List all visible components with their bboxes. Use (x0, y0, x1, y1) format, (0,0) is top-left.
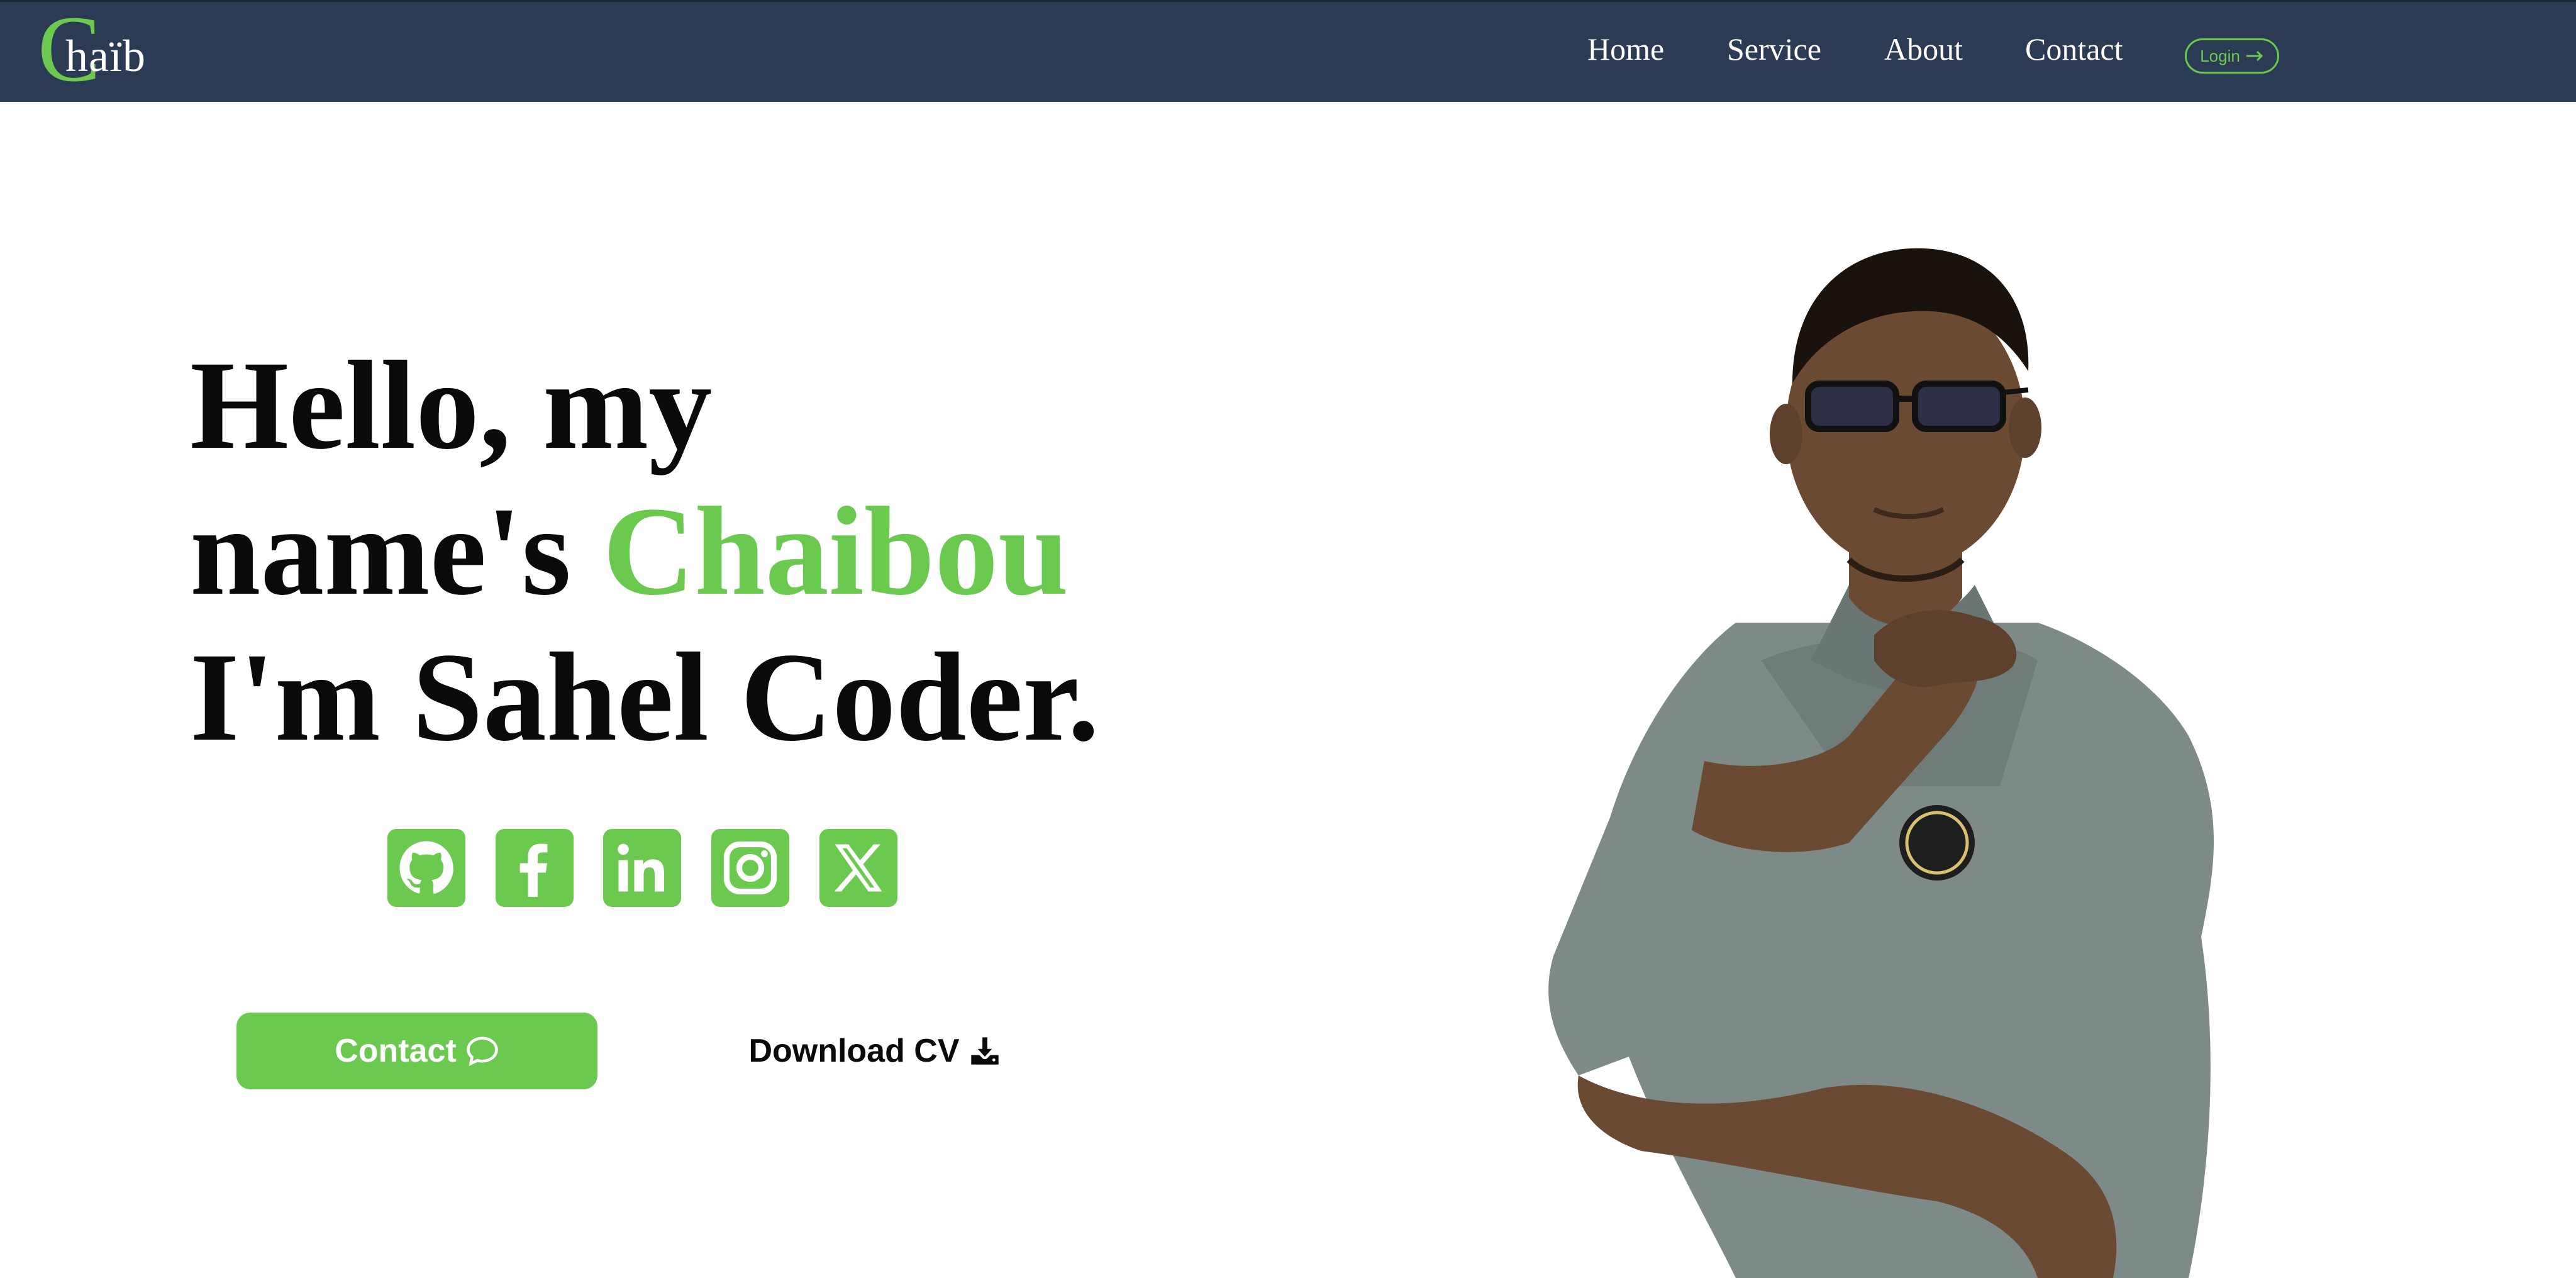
login-button[interactable]: Login (2185, 38, 2279, 74)
site-logo[interactable]: C haïb (38, 2, 145, 96)
facebook-link[interactable] (496, 829, 574, 907)
nav-link-contact[interactable]: Contact (2025, 33, 2123, 65)
linkedin-icon (618, 843, 664, 892)
nav-link-about[interactable]: About (1884, 33, 1963, 65)
contact-button-label: Contact (335, 1033, 457, 1069)
linkedin-link[interactable] (603, 829, 681, 907)
facebook-icon (519, 843, 548, 897)
login-label: Login (2200, 46, 2240, 65)
hero-line-2-prefix: name's (190, 481, 603, 621)
download-cv-button[interactable]: Download CV (746, 1013, 1004, 1089)
nav-link-home[interactable]: Home (1587, 33, 1664, 65)
x-link[interactable] (819, 829, 897, 907)
hero-name-highlight: Chaibou (602, 481, 1069, 621)
instagram-icon (723, 841, 777, 895)
nav-link-service[interactable]: Service (1727, 33, 1821, 65)
instagram-link[interactable] (711, 829, 789, 907)
download-cv-label: Download CV (748, 1033, 960, 1069)
hero-line-1: Hello, my (190, 335, 713, 475)
navbar: C haïb Home Service About Contact Login (0, 0, 2576, 102)
hero-line-3: I'm Sahel Coder. (190, 626, 1099, 767)
hero-line-2: name's Chaibou (190, 478, 1196, 624)
logo-text: haïb (65, 31, 146, 81)
x-icon (834, 844, 882, 892)
hero-heading: Hello, my name's Chaibou I'm Sahel Coder… (190, 332, 1196, 770)
profile-photo (1548, 248, 2214, 1278)
contact-button[interactable]: Contact (236, 1013, 597, 1089)
github-icon (399, 841, 453, 894)
github-link[interactable] (387, 829, 465, 907)
download-icon (970, 1037, 999, 1065)
arrow-right-icon (2246, 50, 2263, 62)
chat-bubble-icon (467, 1036, 498, 1067)
